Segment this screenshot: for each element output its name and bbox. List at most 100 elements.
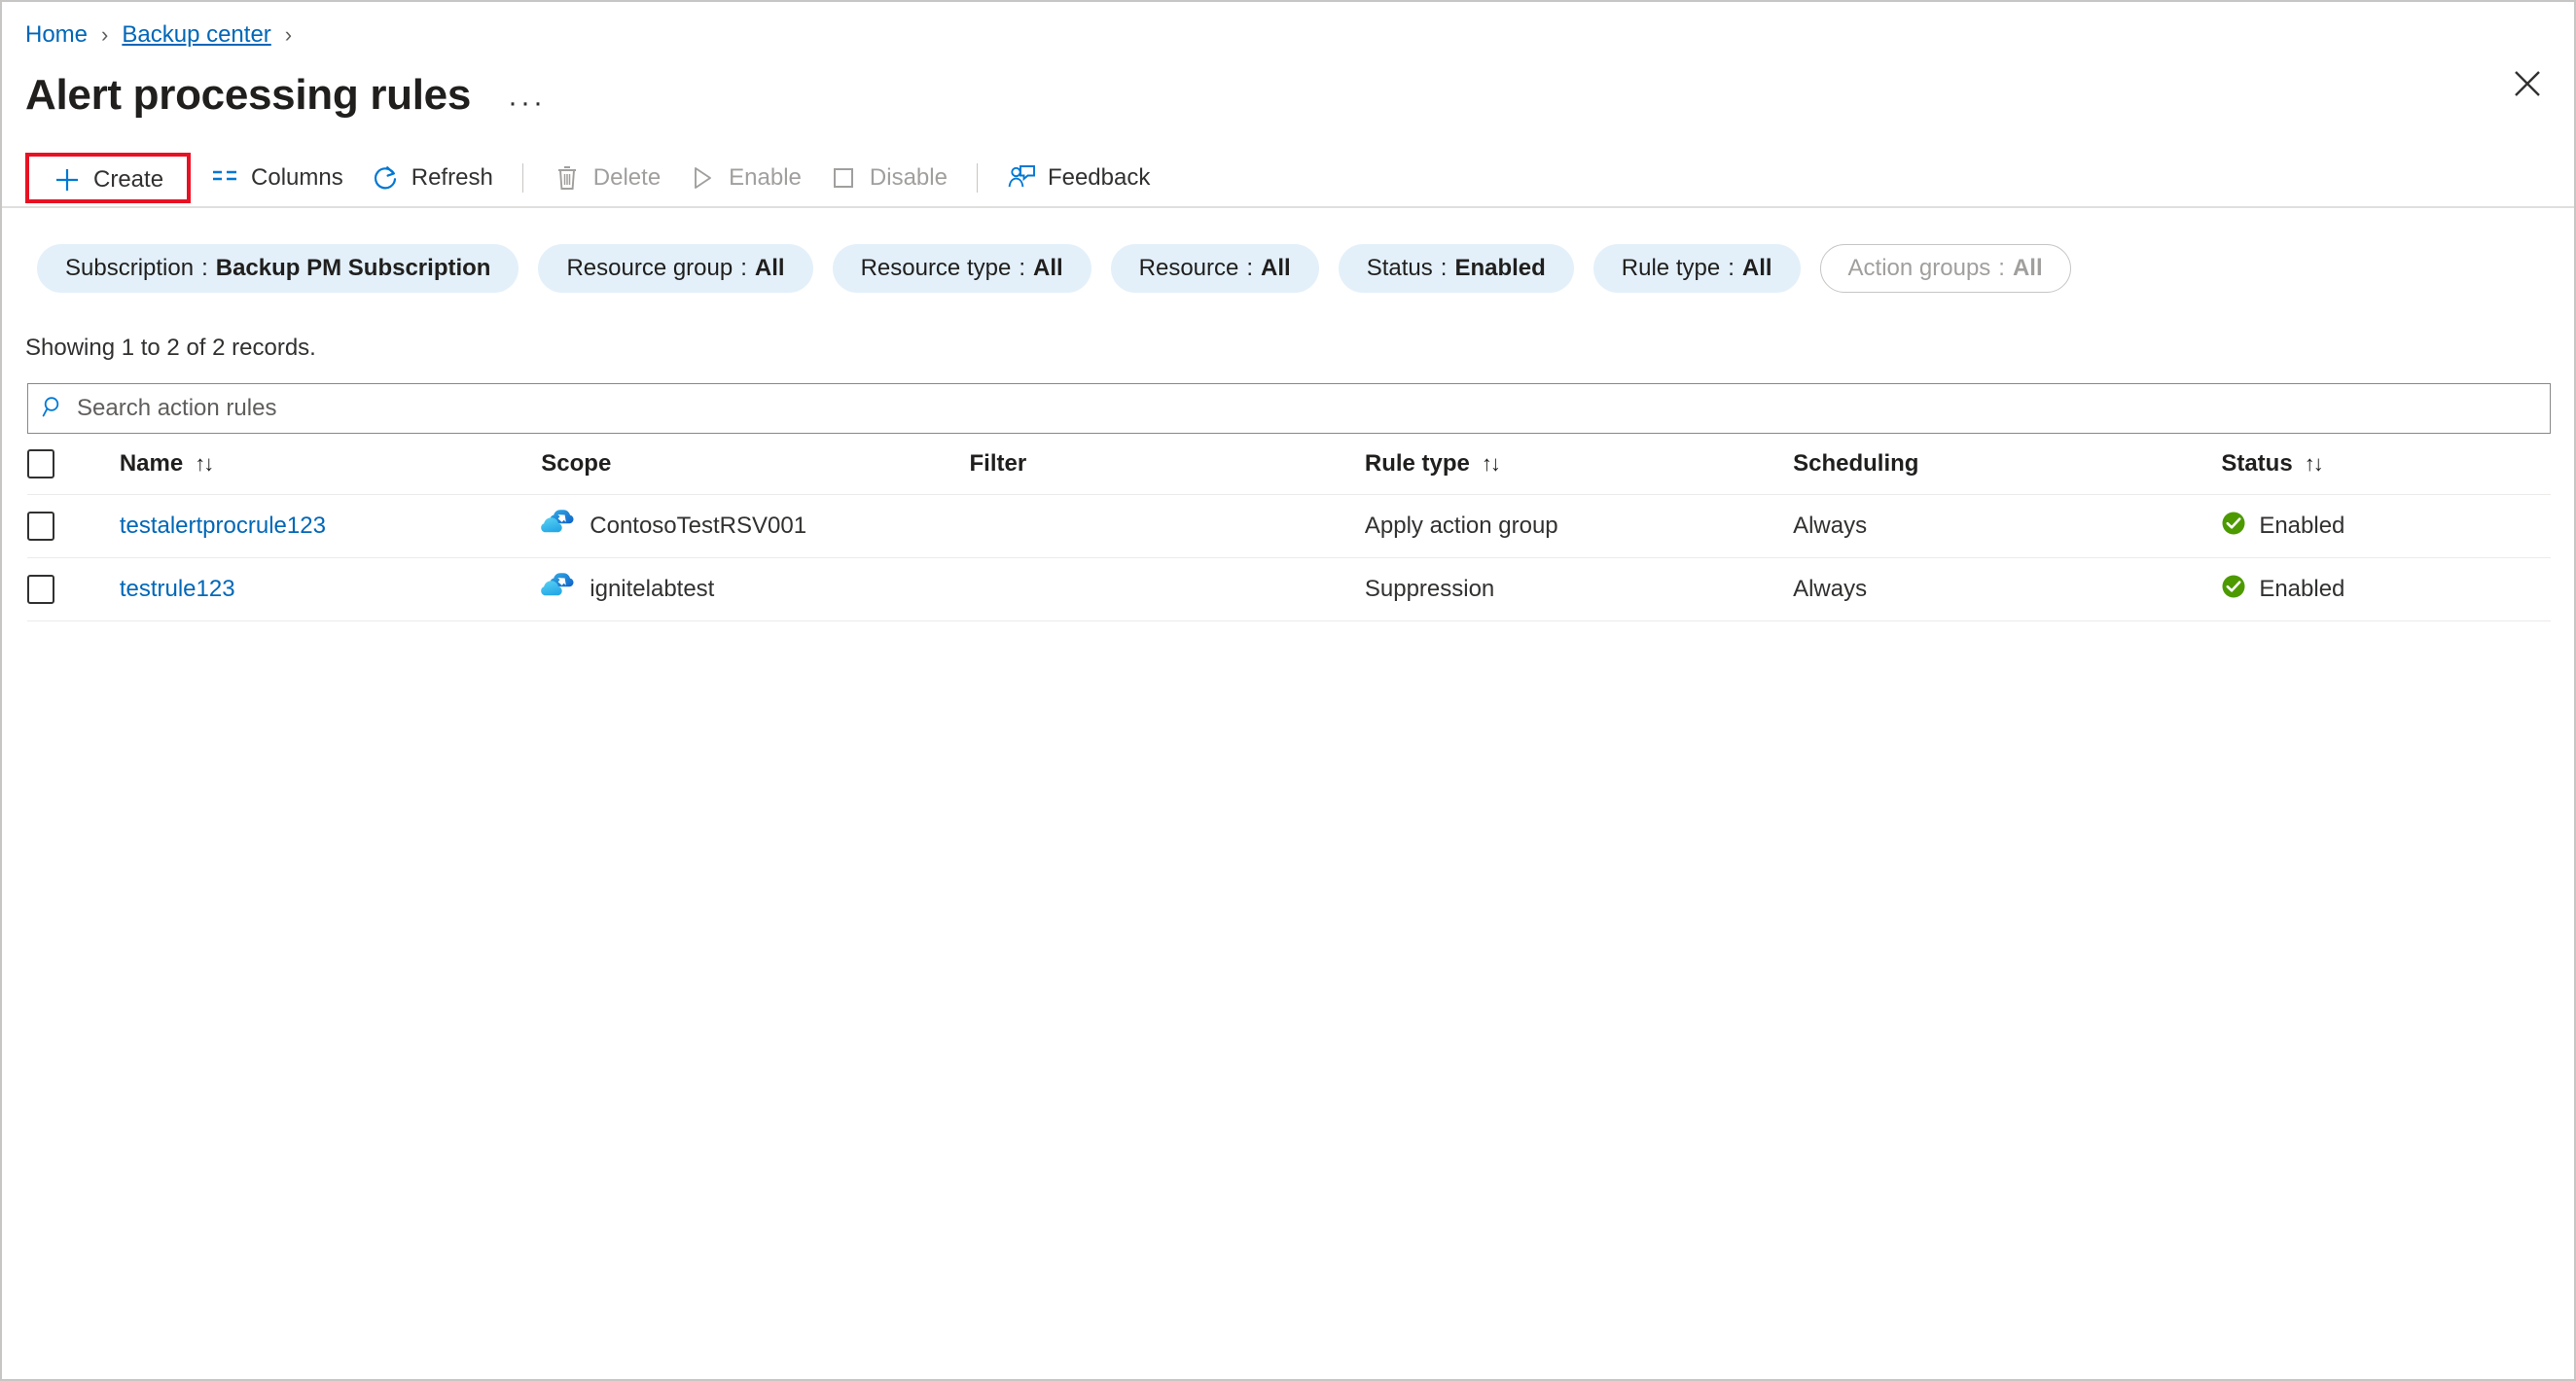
filter-pill-value: All (754, 255, 785, 281)
filter-pill-resource-group[interactable]: Resource group: All (538, 244, 813, 293)
filter-pill-label: Action groups (1847, 255, 1991, 281)
trash-icon (553, 163, 582, 193)
column-header-rule-type[interactable]: Rule type ↑↓ (1364, 434, 1794, 495)
filter-pill-label: Resource group (566, 255, 733, 281)
columns-icon (210, 163, 239, 193)
filter-pill-separator: : (1019, 255, 1025, 281)
column-header-scope-label: Scope (541, 450, 612, 477)
cell-scheduling: Always (1793, 494, 2222, 558)
filter-pill-separator: : (1440, 255, 1448, 281)
breadcrumb: Home › Backup center › (2, 2, 2574, 51)
columns-button[interactable]: Columns (197, 155, 357, 201)
create-button[interactable]: Create (39, 157, 177, 203)
filter-pill-action-groups: Action groups: All (1819, 244, 2071, 293)
breadcrumb-item-home[interactable]: Home (25, 19, 88, 51)
filter-pill-value: All (1032, 255, 1063, 281)
cell-status: Enabled (2221, 557, 2551, 621)
column-header-scheduling[interactable]: Scheduling (1793, 434, 2222, 495)
cell-filter (969, 557, 1365, 621)
filter-pill-resource[interactable]: Resource: All (1110, 244, 1319, 293)
cell-rule-type: Apply action group (1364, 494, 1794, 558)
cell-status: Enabled (2221, 494, 2551, 558)
table-header-row: Name ↑↓ Scope Filter Rule type ↑↓ Schedu… (27, 434, 2551, 495)
row-select-cell (27, 494, 120, 558)
filter-pill-separator: : (1998, 255, 2005, 281)
record-count-text: Showing 1 to 2 of 2 records. (25, 335, 316, 361)
filter-pill-label: Status (1366, 255, 1433, 281)
breadcrumb-separator-icon: › (101, 22, 109, 47)
rule-name-link[interactable]: testalertprocrule123 (120, 513, 326, 539)
filter-pill-separator: : (201, 255, 208, 281)
disable-button-label: Disable (869, 164, 948, 191)
breadcrumb-item-backup-center[interactable]: Backup center (122, 19, 270, 51)
cell-scheduling: Always (1793, 557, 2222, 621)
more-options-icon[interactable]: ··· (504, 88, 550, 119)
filter-pill-value: Enabled (1454, 255, 1546, 281)
table-row[interactable]: testalertprocrule123 ContosoTestRSV001 App… (27, 494, 2551, 558)
sort-icon[interactable]: ↑↓ (2305, 451, 2324, 477)
columns-button-label: Columns (251, 164, 343, 191)
recovery-services-vault-icon (541, 572, 574, 595)
status-badge: Enabled (2259, 513, 2345, 539)
filter-pill-separator: : (1728, 255, 1735, 281)
enable-button-label: Enable (729, 164, 802, 191)
filter-pill-label: Resource type (860, 255, 1012, 281)
scope-label: ignitelabtest (590, 576, 715, 602)
column-header-scope[interactable]: Scope (541, 434, 970, 495)
recovery-services-vault-icon (541, 509, 574, 545)
cell-filter (969, 494, 1365, 558)
cell-rule-type: Suppression (1364, 557, 1794, 621)
row-select-cell (27, 557, 120, 621)
row-checkbox[interactable] (27, 575, 54, 604)
column-header-filter-label: Filter (969, 450, 1027, 477)
filter-pill-value: All (1261, 255, 1291, 281)
refresh-button-label: Refresh (411, 164, 493, 191)
filter-pill-resource-type[interactable]: Resource type: All (832, 244, 1091, 293)
toolbar-divider (521, 163, 523, 193)
check-circle-icon (2222, 512, 2245, 534)
column-header-status-label: Status (2221, 450, 2293, 477)
cell-scope: ignitelabtest (541, 557, 970, 621)
stop-square-icon (829, 163, 858, 193)
table-row[interactable]: testrule123 ignitelabtest Suppression Alway… (27, 557, 2551, 621)
row-checkbox[interactable] (27, 512, 54, 541)
refresh-button[interactable]: Refresh (357, 155, 507, 201)
filter-pill-value: All (2012, 255, 2043, 281)
feedback-button[interactable]: Feedback (993, 155, 1163, 201)
delete-button-label: Delete (592, 164, 662, 191)
check-circle-icon (2221, 511, 2246, 543)
filter-pill-status[interactable]: Status: Enabled (1338, 244, 1574, 293)
filter-pill-separator: : (1246, 255, 1254, 281)
search-icon (42, 395, 65, 423)
scope-label: ContosoTestRSV001 (590, 513, 807, 539)
disable-button[interactable]: Disable (815, 155, 961, 201)
cell-scope: ContosoTestRSV001 (541, 494, 970, 558)
column-header-name-label: Name (119, 450, 184, 477)
column-header-status[interactable]: Status ↑↓ (2221, 434, 2551, 495)
filter-pill-bar: Subscription: Backup PM Subscription Resou… (2, 208, 2574, 296)
filter-pill-subscription[interactable]: Subscription: Backup PM Subscription (37, 244, 519, 293)
column-header-filter[interactable]: Filter (969, 434, 1365, 495)
alert-rules-table: Name ↑↓ Scope Filter Rule type ↑↓ Schedu… (27, 434, 2551, 621)
command-bar: Create Columns Refresh Delete Enable Dis… (2, 150, 2574, 206)
search-input[interactable] (65, 384, 2536, 433)
select-all-header (27, 434, 120, 495)
close-button[interactable] (2506, 62, 2549, 105)
page-title: Alert processing rules (25, 71, 471, 119)
check-circle-icon (2222, 575, 2245, 597)
column-header-name[interactable]: Name ↑↓ (119, 434, 542, 495)
filter-pill-separator: : (740, 255, 747, 281)
column-header-rule-type-label: Rule type (1364, 450, 1470, 477)
recovery-services-vault-icon (541, 509, 574, 532)
enable-button[interactable]: Enable (674, 155, 815, 201)
search-box[interactable] (27, 383, 2551, 434)
sort-icon[interactable]: ↑↓ (1482, 451, 1501, 477)
sort-icon[interactable]: ↑↓ (195, 451, 214, 477)
select-all-checkbox[interactable] (27, 449, 54, 478)
rule-name-link[interactable]: testrule123 (120, 576, 235, 602)
table-header: Name ↑↓ Scope Filter Rule type ↑↓ Schedu… (27, 434, 2551, 495)
filter-pill-label: Rule type (1621, 255, 1721, 281)
filter-pill-rule-type[interactable]: Rule type: All (1592, 244, 1801, 293)
create-button-highlight: Create (25, 153, 192, 203)
delete-button[interactable]: Delete (539, 155, 674, 201)
